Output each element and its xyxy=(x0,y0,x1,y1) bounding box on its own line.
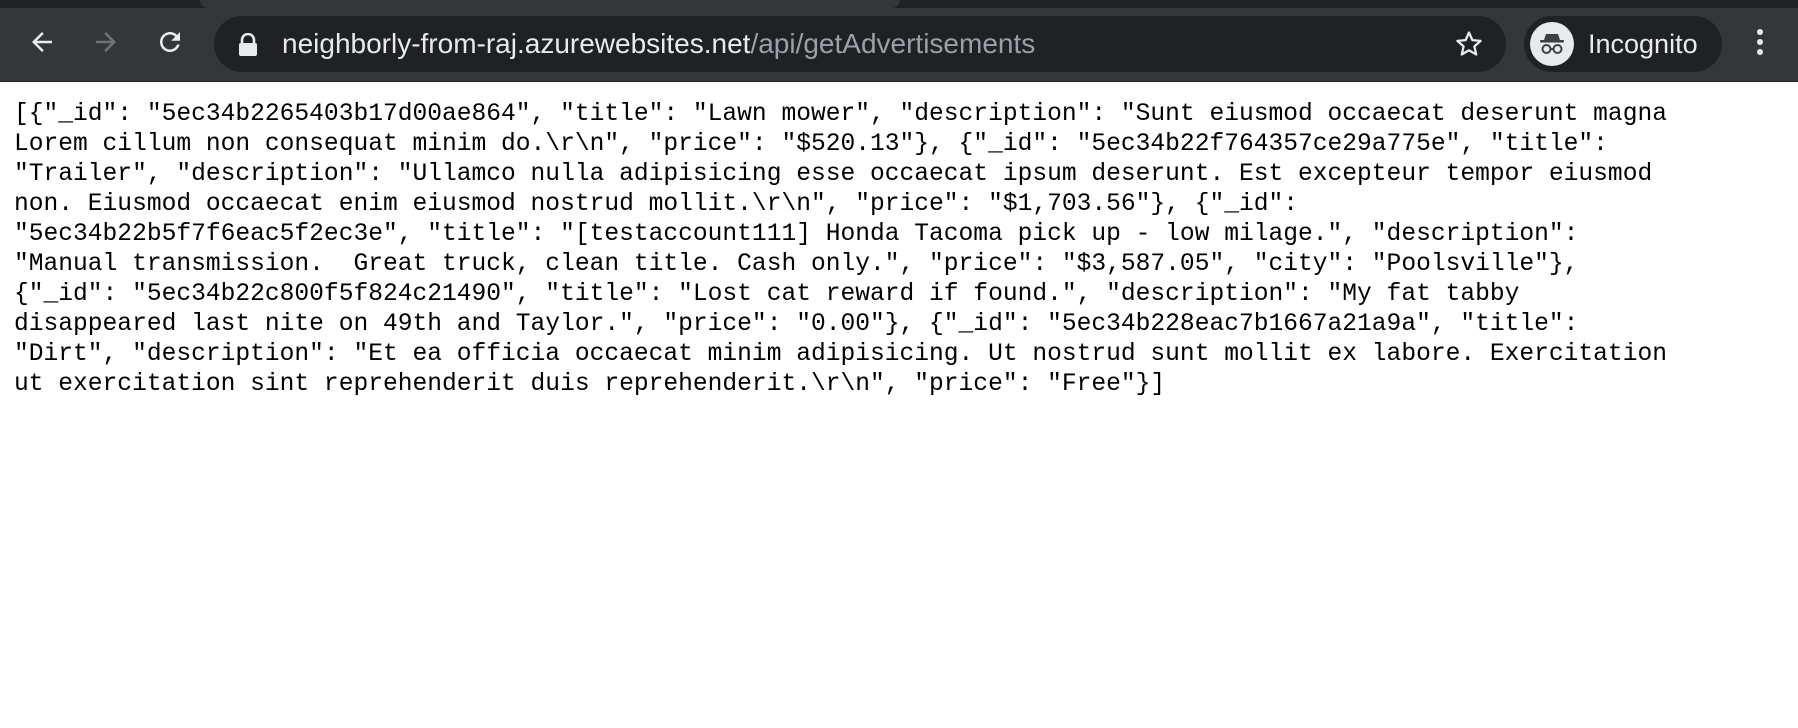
json-response-text: [{"_id": "5ec34b2265403b17d00ae864", "ti… xyxy=(14,100,1794,400)
json-response-line: [{"_id": "5ec34b2265403b17d00ae864", "ti… xyxy=(14,101,1667,128)
json-response-line: {"_id": "5ec34b22c800f5f824c21490", "tit… xyxy=(14,281,1520,308)
forward-button[interactable] xyxy=(84,20,128,64)
json-response-line: Lorem cillum non consequat minim do.\r\n… xyxy=(14,131,1608,158)
json-response-line: "5ec34b22b5f7f6eac5f2ec3e", "title": "[t… xyxy=(14,221,1579,248)
json-response-line: "Trailer", "description": "Ullamco nulla… xyxy=(14,161,1653,188)
browser-toolbar: neighborly-from-raj.azurewebsites.net/ap… xyxy=(0,0,1798,82)
arrow-right-icon xyxy=(91,27,121,57)
active-tab-edge[interactable] xyxy=(200,0,900,8)
reload-icon xyxy=(155,27,185,57)
incognito-label: Incognito xyxy=(1588,29,1698,59)
json-response-line: non. Eiusmod occaecat enim eiusmod nostr… xyxy=(14,191,1299,218)
url-path: /api/getAdvertisements xyxy=(750,28,1036,59)
incognito-profile-button[interactable]: Incognito xyxy=(1524,16,1722,72)
tab-strip xyxy=(0,0,1798,8)
address-bar[interactable]: neighborly-from-raj.azurewebsites.net/ap… xyxy=(214,16,1506,72)
star-icon[interactable] xyxy=(1454,29,1484,64)
json-response-line: disappeared last nite on 49th and Taylor… xyxy=(14,311,1579,338)
url-text[interactable]: neighborly-from-raj.azurewebsites.net/ap… xyxy=(282,16,1035,72)
reload-button[interactable] xyxy=(148,20,192,64)
url-host: neighborly-from-raj.azurewebsites.net xyxy=(282,28,751,59)
browser-menu-button[interactable] xyxy=(1744,22,1776,66)
back-button[interactable] xyxy=(20,20,64,64)
arrow-left-icon xyxy=(27,27,57,57)
json-response-line: ut exercitation sint reprehenderit duis … xyxy=(14,371,1166,398)
incognito-icon xyxy=(1530,22,1574,66)
json-response-body: [{"_id": "5ec34b2265403b17d00ae864", "ti… xyxy=(14,100,1794,400)
kebab-menu-icon xyxy=(1756,28,1764,61)
json-response-line: "Manual transmission. Great truck, clean… xyxy=(14,251,1579,278)
lock-icon[interactable] xyxy=(238,32,258,62)
json-response-line: "Dirt", "description": "Et ea officia oc… xyxy=(14,341,1667,368)
